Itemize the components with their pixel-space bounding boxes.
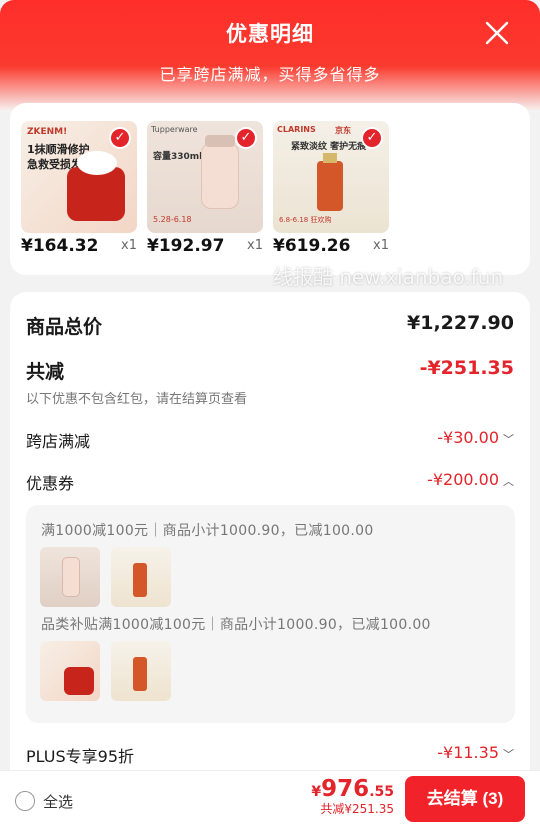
- coupon-product-thumb: [40, 641, 100, 701]
- product-qty: x1: [121, 238, 137, 253]
- chevron-down-icon[interactable]: ﹀: [503, 746, 514, 762]
- reduce-value: -¥251.35: [419, 357, 514, 379]
- checked-icon: ✓: [361, 127, 383, 149]
- chevron-down-icon[interactable]: ﹀: [503, 431, 514, 447]
- checked-icon: ✓: [235, 127, 257, 149]
- product-qty: x1: [373, 238, 389, 253]
- product-price: ¥164.32: [21, 236, 99, 256]
- coupon-details: 满1000减100元｜商品小计1000.90，已减100.00 品类补贴满100…: [26, 505, 515, 723]
- coupon-label: 优惠券: [26, 474, 75, 493]
- coupon-product-thumb: [111, 547, 171, 607]
- product-item[interactable]: CLARINS 京东 紧致淡纹 奢护无痕 6.8-6.18 狂欢购 ✓ ¥619…: [273, 121, 391, 256]
- price-integer: 976: [321, 776, 370, 802]
- product-item[interactable]: ZKENM! 1抹顺滑修护 急救受损发质 ✓ ¥164.32 x1: [21, 121, 139, 256]
- product-qty: x1: [247, 238, 263, 253]
- coupon-rule-1: 满1000减100元｜商品小计1000.90，已减100.00: [41, 523, 374, 539]
- checked-icon: ✓: [109, 127, 131, 149]
- plus-label: PLUS专享95折: [26, 747, 134, 766]
- product-item[interactable]: Tupperware 容量330ml 5.28-6.18 ✓ ¥192.97 x…: [147, 121, 265, 256]
- plus-value: -¥11.35: [437, 743, 499, 762]
- product-price: ¥619.26: [273, 236, 351, 256]
- header: 优惠明细 已享跨店满减，买得多省得多: [0, 0, 540, 110]
- product-image: Tupperware 容量330ml 5.28-6.18 ✓: [147, 121, 263, 233]
- watermark: 线报酷 new.xianbao.fun: [273, 265, 504, 289]
- chevron-up-icon[interactable]: ︿: [503, 473, 514, 489]
- select-all-radio[interactable]: [15, 791, 35, 811]
- product-image: CLARINS 京东 紧致淡纹 奢护无痕 6.8-6.18 狂欢购 ✓: [273, 121, 389, 233]
- product-list: ZKENM! 1抹顺滑修护 急救受损发质 ✓ ¥164.32 x1 Tupper…: [10, 103, 530, 289]
- total-value: ¥1,227.90: [407, 312, 514, 334]
- checkout-bar: 全选 ¥976.55 共减¥251.35 去结算 (3): [0, 770, 540, 827]
- coupon-rule-2: 品类补贴满1000减100元｜商品小计1000.90，已减100.00: [41, 617, 431, 633]
- product-image: ZKENM! 1抹顺滑修护 急救受损发质 ✓: [21, 121, 137, 233]
- coupon-product-thumb: [40, 547, 100, 607]
- checkout-button[interactable]: 去结算 (3): [405, 776, 525, 822]
- cross-store-value: -¥30.00: [437, 428, 499, 447]
- reduce-note: 以下优惠不包含红包，请在结算页查看: [26, 392, 248, 407]
- coupon-product-thumb: [111, 641, 171, 701]
- cross-store-label: 跨店满减: [26, 432, 91, 451]
- close-icon[interactable]: [484, 20, 510, 46]
- saved-amount: 共减¥251.35: [320, 802, 394, 816]
- price-decimal: .55: [369, 784, 394, 800]
- reduce-label: 共减: [26, 361, 65, 383]
- discount-detail: 商品总价 ¥1,227.90 共减 -¥251.35 以下优惠不包含红包，请在结…: [10, 292, 530, 772]
- page-title: 优惠明细: [226, 22, 314, 46]
- select-all-label[interactable]: 全选: [43, 791, 73, 812]
- total-price: ¥976.55 共减¥251.35: [311, 776, 394, 816]
- page-subtitle: 已享跨店满减，买得多省得多: [159, 65, 381, 84]
- total-label: 商品总价: [26, 316, 103, 338]
- coupon-value: -¥200.00: [427, 470, 499, 489]
- product-price: ¥192.97: [147, 236, 225, 256]
